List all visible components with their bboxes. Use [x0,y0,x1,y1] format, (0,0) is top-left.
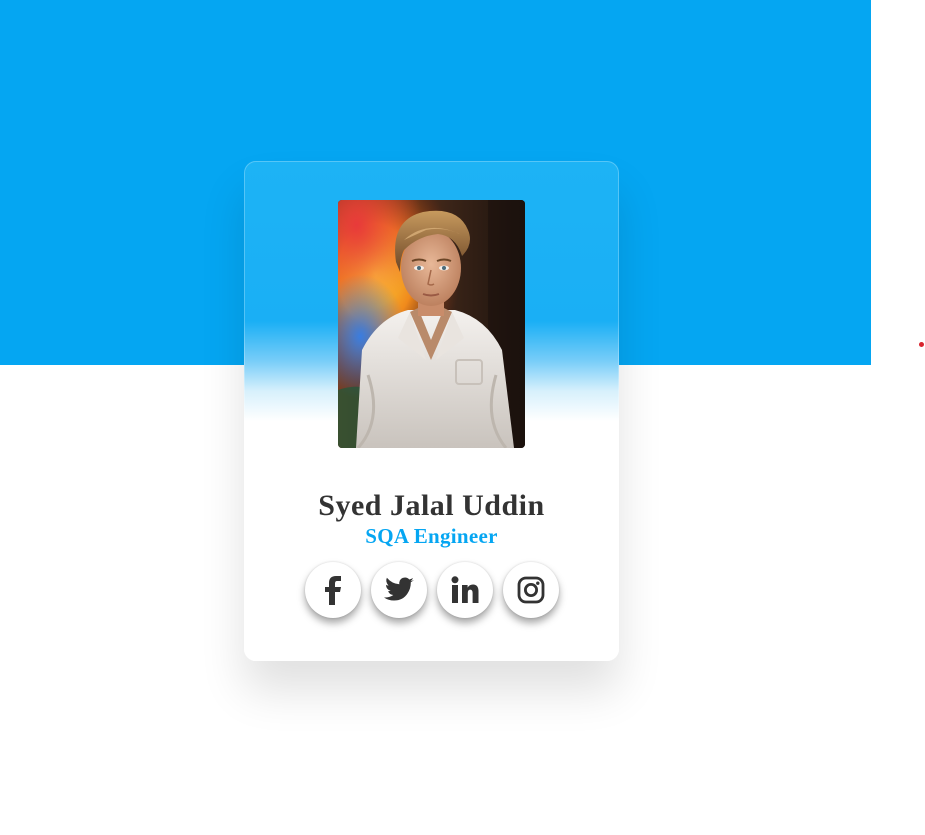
facebook-icon [324,576,341,605]
right-margin [871,0,925,835]
red-dot-indicator [919,342,924,347]
twitter-button[interactable] [370,562,427,618]
profile-role: SQA Engineer [365,524,498,548]
profile-photo-image [338,200,525,448]
profile-card: Syed Jalal Uddin SQA Engineer [244,161,619,661]
linkedin-icon [451,576,478,603]
page: Syed Jalal Uddin SQA Engineer [0,0,925,835]
twitter-icon [383,577,414,601]
instagram-button[interactable] [502,562,559,618]
facebook-button[interactable] [304,562,361,618]
instagram-icon [517,576,544,604]
linkedin-button[interactable] [436,562,493,618]
social-links [244,562,619,618]
profile-name: Syed Jalal Uddin [318,489,545,522]
profile-photo [338,200,525,448]
